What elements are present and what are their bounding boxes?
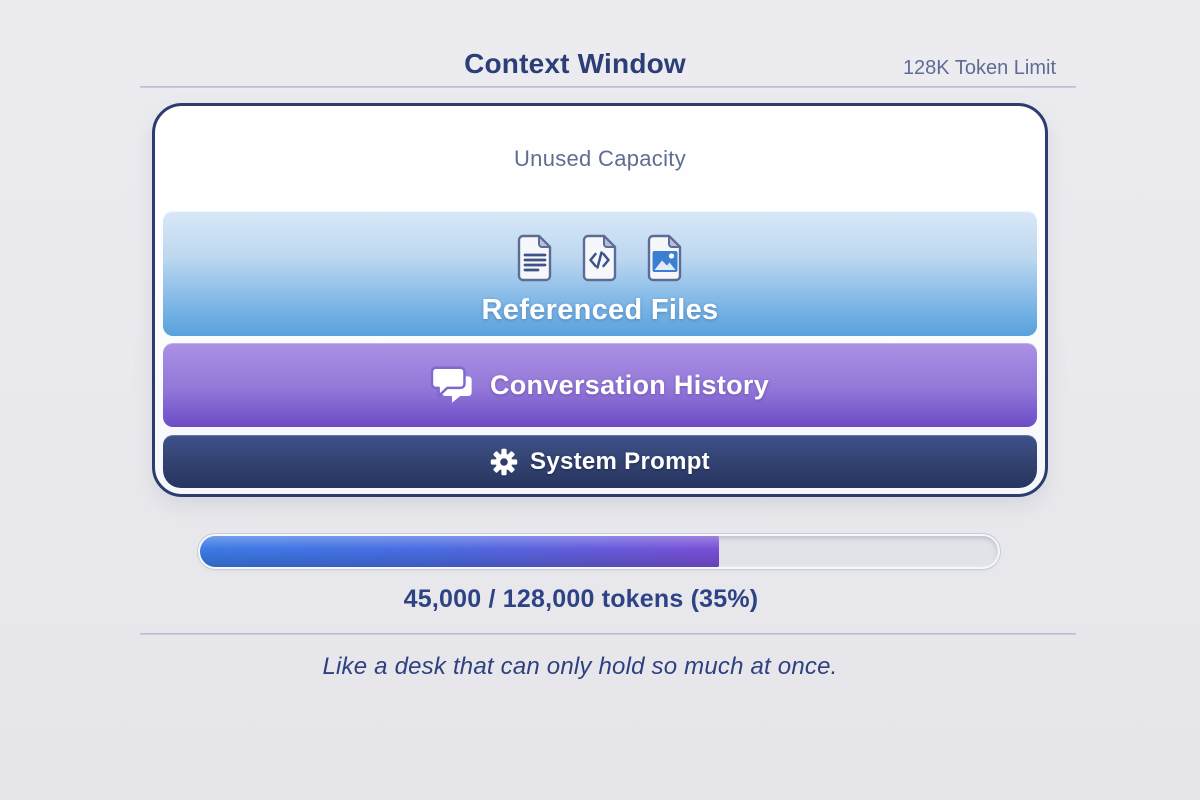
system-prompt-label: System Prompt [530, 448, 710, 476]
layer-referenced-files: Referenced Files [163, 211, 1037, 336]
token-usage-bar-fill [200, 536, 719, 567]
analogy-caption: Like a desk that can only hold so much a… [140, 653, 1020, 681]
token-limit-label: 128K Token Limit [903, 57, 1056, 80]
layer-system-prompt: System Prompt [163, 435, 1037, 488]
code-file-icon [581, 234, 619, 282]
token-usage-label: 45,000 / 128,000 tokens (35%) [140, 585, 1022, 614]
referenced-files-label: Referenced Files [482, 294, 719, 327]
context-window-box: Unused Capacity [152, 103, 1048, 497]
chat-bubbles-icon [431, 365, 475, 405]
bottom-divider [140, 633, 1076, 635]
image-file-icon [646, 234, 684, 282]
token-usage-bar [200, 536, 998, 567]
document-icon [516, 234, 554, 282]
header-divider [140, 86, 1076, 88]
page-title: Context Window [140, 48, 1010, 80]
layer-conversation-history: Conversation History [163, 343, 1037, 427]
conversation-history-label: Conversation History [490, 370, 769, 401]
file-icons-row [516, 234, 684, 282]
unused-capacity-label: Unused Capacity [155, 146, 1045, 172]
gear-icon [490, 448, 518, 476]
